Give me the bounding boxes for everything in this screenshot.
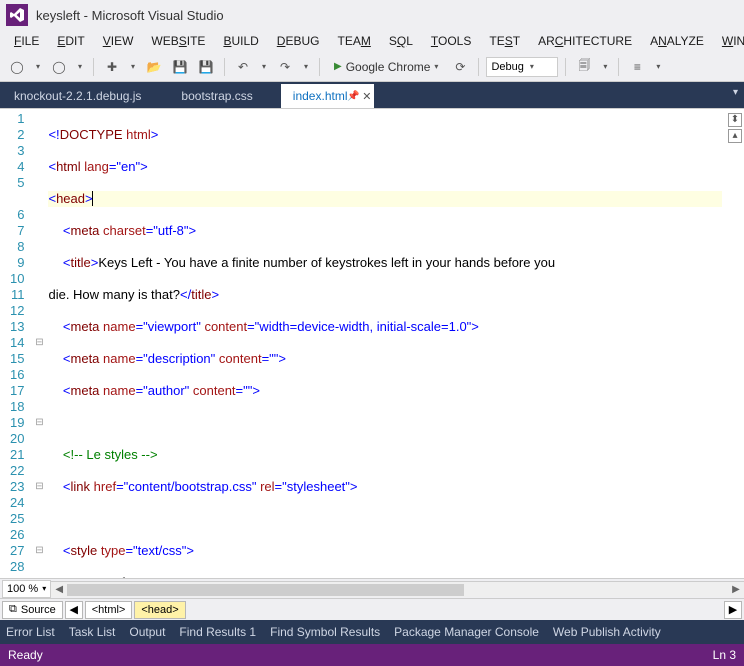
tab-label: bootstrap.css xyxy=(181,89,252,103)
menu-architecture[interactable]: ARCHITECTURE xyxy=(530,32,640,50)
title-bar: keysleft - Microsoft Visual Studio xyxy=(0,0,744,30)
h-scrollbar[interactable] xyxy=(67,582,728,597)
nav-back-dd[interactable]: ▾ xyxy=(32,62,44,71)
redo-dd[interactable]: ▾ xyxy=(300,62,312,71)
tab-label: knockout-2.2.1.debug.js xyxy=(14,89,141,103)
menu-view[interactable]: VIEW xyxy=(95,32,142,50)
tab-bootstrap[interactable]: bootstrap.css xyxy=(169,84,278,108)
new-project-button[interactable]: ✚ xyxy=(101,56,123,78)
tab-label: index.html xyxy=(293,89,348,103)
crumb-html[interactable]: <html> xyxy=(85,601,133,619)
tab-output[interactable]: Output xyxy=(129,625,165,639)
menu-team[interactable]: TEAM xyxy=(329,32,378,50)
menu-tools[interactable]: TOOLS xyxy=(423,32,479,50)
source-view-button[interactable]: ⧉Source xyxy=(2,601,63,619)
source-label: Source xyxy=(21,604,56,616)
split-icon[interactable]: ⬍ xyxy=(728,113,742,127)
start-debug-button[interactable]: ▶ Google Chrome ▾ xyxy=(327,56,445,78)
comment-button[interactable]: ≡ xyxy=(626,56,648,78)
run-target-label: Google Chrome xyxy=(346,60,431,74)
tabs-overflow[interactable]: ▾ xyxy=(733,87,738,98)
crumb-label: <html> xyxy=(92,604,126,616)
tab-pkg-console[interactable]: Package Manager Console xyxy=(394,625,539,639)
pin-icon[interactable]: 📌 xyxy=(347,91,359,102)
undo-button[interactable]: ↶ xyxy=(232,56,254,78)
undo-dd[interactable]: ▾ xyxy=(258,62,270,71)
toolbar: ◯ ▾ ◯ ▾ ✚ ▾ 📂 💾 💾 ↶ ▾ ↷ ▾ ▶ Google Chrome ▾ ⟳… xyxy=(0,52,744,82)
menu-analyze[interactable]: ANALYZE xyxy=(642,32,712,50)
tab-index[interactable]: index.html📌✕ xyxy=(281,84,374,108)
line-number-gutter: 1234567891011121314151617181920212223242… xyxy=(0,109,32,578)
open-file-button[interactable]: 📂 xyxy=(143,56,165,78)
menu-website[interactable]: WEBSITE xyxy=(143,32,213,50)
menu-test[interactable]: TEST xyxy=(481,32,528,50)
save-button[interactable]: 💾 xyxy=(169,56,191,78)
menu-build[interactable]: BUILD xyxy=(215,32,266,50)
save-all-button[interactable]: 💾 xyxy=(195,56,217,78)
play-icon: ▶ xyxy=(334,61,342,72)
code-folding-gutter[interactable]: ⊟⊟⊟⊟ xyxy=(32,109,46,578)
menu-bar: FILE EDIT VIEW WEBSITE BUILD DEBUG TEAM … xyxy=(0,30,744,52)
crumb-head[interactable]: <head> xyxy=(134,601,185,619)
new-project-dd[interactable]: ▾ xyxy=(127,62,139,71)
document-tabs: knockout-2.2.1.debug.js bootstrap.css in… xyxy=(0,82,744,108)
code-editor[interactable]: 1234567891011121314151617181920212223242… xyxy=(0,109,744,578)
status-ready: Ready xyxy=(8,648,43,662)
bottom-tool-tabs: Error List Task List Output Find Results… xyxy=(0,620,744,644)
menu-window[interactable]: WINDOW xyxy=(714,32,744,50)
menu-sql[interactable]: SQL xyxy=(381,32,421,50)
status-bar: Ready Ln 3 xyxy=(0,644,744,666)
tab-find-symbol[interactable]: Find Symbol Results xyxy=(270,625,380,639)
code-text[interactable]: <!DOCTYPE html> <html lang="en"> <head> … xyxy=(46,109,726,578)
status-line: Ln 3 xyxy=(713,648,736,662)
chevron-down-icon: ▾ xyxy=(530,62,534,71)
find-in-files-button[interactable]: 🗐 xyxy=(573,56,595,78)
zoom-bar: 100 %▾ ◀ ▶ xyxy=(0,578,744,598)
breadcrumb-bar: ⧉Source ◀ <html> <head> ▶ xyxy=(0,598,744,620)
tab-web-publish[interactable]: Web Publish Activity xyxy=(553,625,661,639)
crumb-label: <head> xyxy=(141,604,178,616)
nav-forward-button[interactable]: ◯ xyxy=(48,56,70,78)
crumb-left-icon[interactable]: ◀ xyxy=(65,601,83,619)
zoom-select[interactable]: 100 %▾ xyxy=(2,580,51,598)
side-gutter: ⬍ ▴ xyxy=(726,109,744,578)
config-label: Debug xyxy=(491,61,523,73)
tab-task-list[interactable]: Task List xyxy=(69,625,116,639)
close-icon[interactable]: ✕ xyxy=(362,90,371,103)
browser-link-button[interactable]: ⟳ xyxy=(449,56,471,78)
scroll-up-icon[interactable]: ▴ xyxy=(728,129,742,143)
zoom-value: 100 % xyxy=(7,583,38,595)
scroll-left-icon[interactable]: ◀ xyxy=(51,582,67,597)
nav-fwd-dd[interactable]: ▾ xyxy=(74,62,86,71)
window-title: keysleft - Microsoft Visual Studio xyxy=(36,8,224,23)
tab-knockout[interactable]: knockout-2.2.1.debug.js xyxy=(2,84,167,108)
vs-logo-icon xyxy=(6,4,28,26)
redo-button[interactable]: ↷ xyxy=(274,56,296,78)
menu-debug[interactable]: DEBUG xyxy=(269,32,328,50)
comment-dd[interactable]: ▾ xyxy=(652,62,664,71)
find-dd[interactable]: ▾ xyxy=(599,62,611,71)
config-select[interactable]: Debug ▾ xyxy=(486,57,558,77)
crumb-right-icon[interactable]: ▶ xyxy=(724,601,742,619)
menu-file[interactable]: FILE xyxy=(6,32,47,50)
nav-back-button[interactable]: ◯ xyxy=(6,56,28,78)
scroll-right-icon[interactable]: ▶ xyxy=(728,582,744,597)
editor-area: 1234567891011121314151617181920212223242… xyxy=(0,108,744,620)
tab-find-results[interactable]: Find Results 1 xyxy=(179,625,256,639)
tab-error-list[interactable]: Error List xyxy=(6,625,55,639)
menu-edit[interactable]: EDIT xyxy=(49,32,92,50)
